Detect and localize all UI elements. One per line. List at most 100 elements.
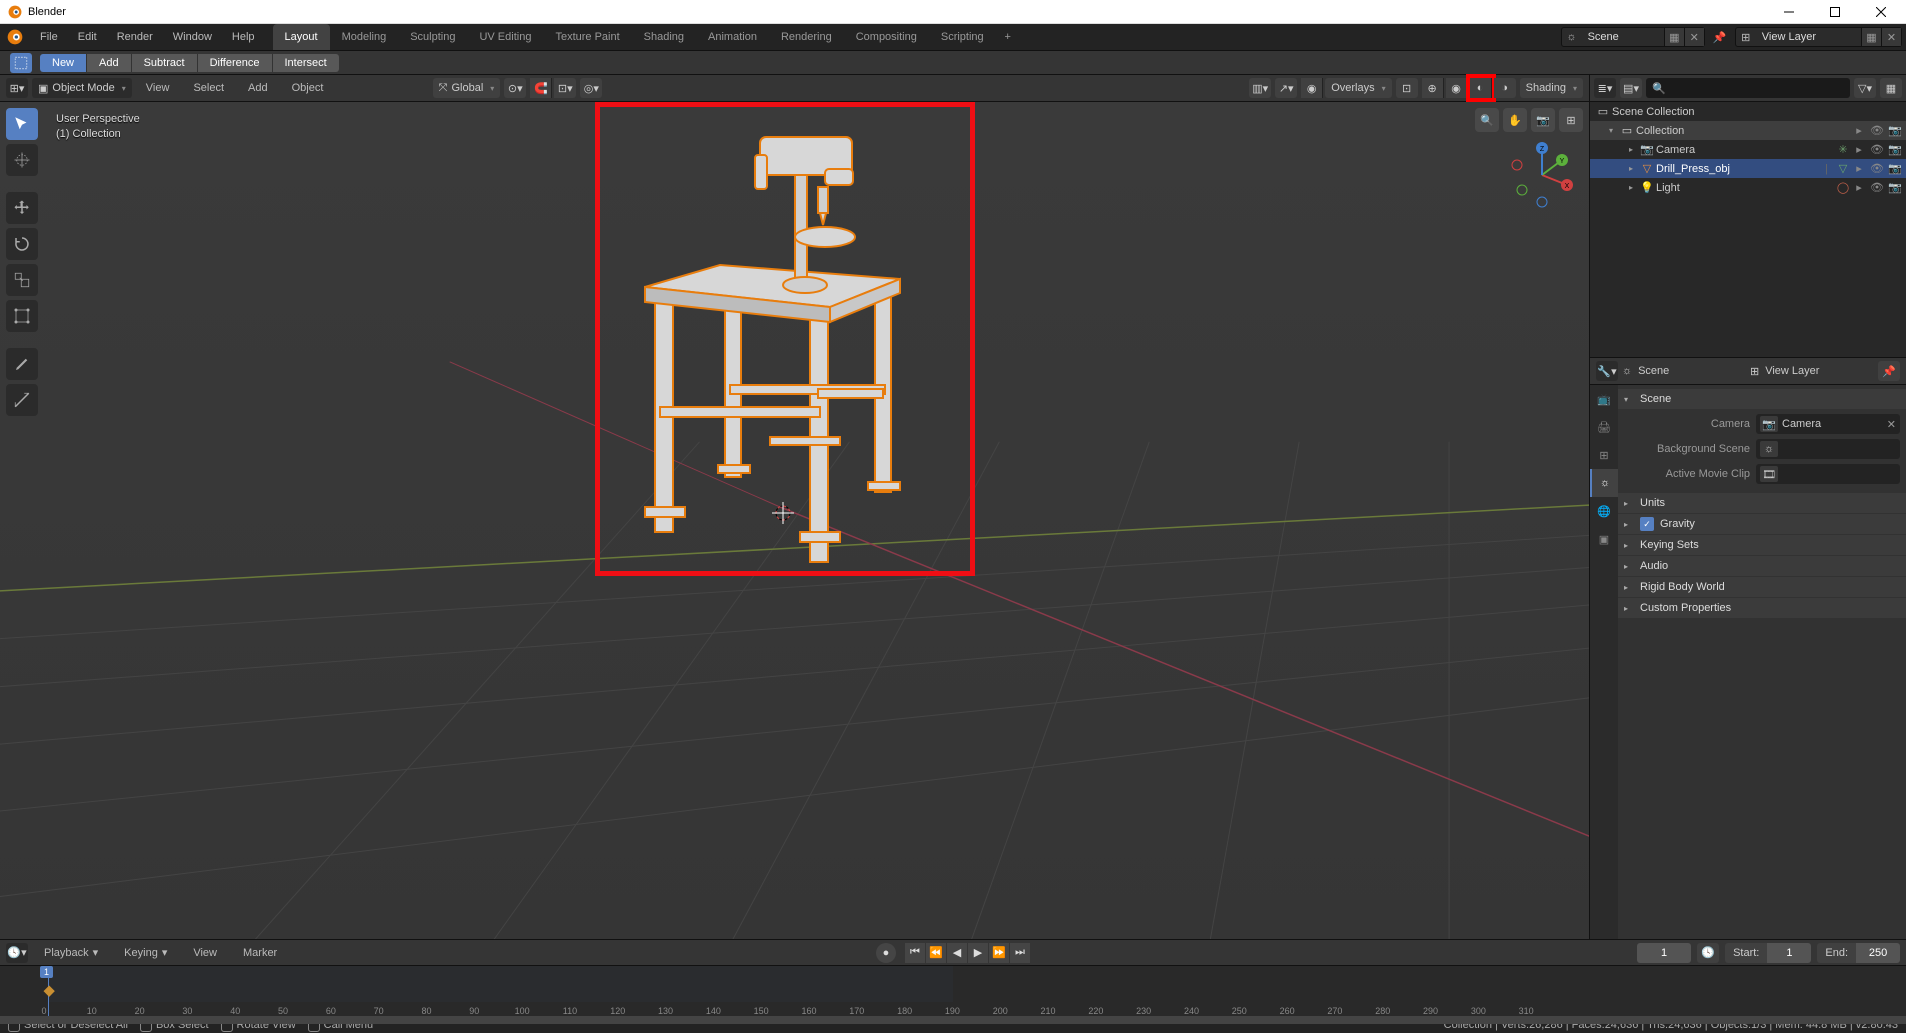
jump-start-button[interactable]: ⏮ [905,943,925,963]
restrict-render-icon[interactable]: 📷 [1888,181,1902,194]
current-frame-field[interactable]: 1 [1637,943,1691,963]
active-tool-icon[interactable] [10,53,32,73]
camera-field[interactable]: 📷Camera✕ [1756,414,1900,434]
window-close-button[interactable] [1858,0,1904,24]
properties-editor-type-icon[interactable]: 🔧▾ [1596,361,1618,381]
bgscene-field[interactable]: ☼ [1756,439,1900,459]
shading-dropdown[interactable]: Shading▾ [1520,78,1583,98]
tab-modeling[interactable]: Modeling [330,24,399,50]
window-maximize-button[interactable] [1812,0,1858,24]
tool-move[interactable] [6,192,38,224]
bool-subtract-button[interactable]: Subtract [132,54,198,72]
proptab-object[interactable]: ▣ [1590,525,1618,553]
viewlayer-selector[interactable]: ⊞ View Layer ▦ ✕ [1735,27,1902,47]
proptab-render[interactable]: 📺 [1590,385,1618,413]
outliner-row-drill-press[interactable]: ▸ ▽ Drill_Press_obj | ▽ ▸👁📷 [1590,159,1906,178]
window-minimize-button[interactable] [1766,0,1812,24]
restrict-select-icon[interactable]: ▸ [1852,124,1866,137]
tab-layout[interactable]: Layout [273,24,330,50]
restrict-view-icon[interactable]: 👁 [1870,143,1884,156]
restrict-select-icon[interactable]: ▸ [1852,181,1866,194]
play-button[interactable]: ▶ [968,943,988,963]
layer-delete-icon[interactable]: ✕ [1881,28,1901,46]
scene-browse-icon[interactable]: ▦ [1664,28,1684,46]
restrict-select-icon[interactable]: ▸ [1852,143,1866,156]
shading-solid-button[interactable]: ◉ [1446,78,1468,98]
panel-header-rigid[interactable]: ▸Rigid Body World [1618,577,1906,597]
properties-content[interactable]: ▾Scene Camera 📷Camera✕ Background Scene … [1618,385,1906,939]
tab-shading[interactable]: Shading [632,24,696,50]
restrict-render-icon[interactable]: 📷 [1888,124,1902,137]
menu-edit[interactable]: Edit [68,24,107,50]
xray-toggle-button[interactable]: ⊡ [1396,78,1418,98]
tool-measure[interactable] [6,384,38,416]
editor-type-icon[interactable]: ⊞▾ [6,78,28,98]
restrict-render-icon[interactable]: 📷 [1888,143,1902,156]
viewport-menu-object[interactable]: Object [282,82,334,94]
tab-texture-paint[interactable]: Texture Paint [543,24,631,50]
restrict-view-icon[interactable]: 👁 [1870,162,1884,175]
timeline-menu-marker[interactable]: Marker [233,947,287,959]
restrict-select-icon[interactable]: ▸ [1852,162,1866,175]
tool-annotate[interactable] [6,348,38,380]
outliner-filter-button[interactable]: ▽▾ [1854,78,1876,98]
restrict-view-icon[interactable]: 👁 [1870,124,1884,137]
next-keyframe-button[interactable]: ⏩ [989,943,1009,963]
tool-select-box[interactable] [6,108,38,140]
orientation-selector[interactable]: ⤧ Global▾ [433,78,501,98]
viewport-menu-view[interactable]: View [136,82,180,94]
snap-options-button[interactable]: ⊡▾ [554,78,576,98]
outliner-editor-type-icon[interactable]: ≣▾ [1594,78,1616,98]
overlay-toggle-button[interactable]: ◉ [1301,78,1323,98]
panel-header-gravity[interactable]: ▸✓Gravity [1618,514,1906,534]
tab-scripting[interactable]: Scripting [929,24,996,50]
outliner-row-camera[interactable]: ▸ 📷 Camera ✳ ▸👁📷 [1590,140,1906,159]
tool-scale[interactable] [6,264,38,296]
object-visibility-button[interactable]: ▥▾ [1249,78,1271,98]
nav-zoom-icon[interactable]: 🔍 [1475,108,1499,132]
panel-header-audio[interactable]: ▸Audio [1618,556,1906,576]
prev-keyframe-button[interactable]: ⏪ [926,943,946,963]
menu-window[interactable]: Window [163,24,222,50]
outliner-new-collection-button[interactable]: ▦ [1880,78,1902,98]
bool-difference-button[interactable]: Difference [198,54,273,72]
end-frame-field[interactable]: 250 [1856,943,1900,963]
bool-new-button[interactable]: New [40,54,87,72]
timeline-menu-view[interactable]: View [183,947,227,959]
movieclip-field[interactable]: 🎞 [1756,464,1900,484]
overlays-dropdown[interactable]: Overlays▾ [1325,78,1391,98]
shading-rendered-button[interactable]: ◑ [1494,78,1516,98]
panel-header-units[interactable]: ▸Units [1618,493,1906,513]
restrict-render-icon[interactable]: 📷 [1888,162,1902,175]
outliner-row-collection[interactable]: ▾ ▭ Collection ▸👁📷 [1590,121,1906,140]
gizmo-dropdown-button[interactable]: ↗▾ [1275,78,1297,98]
viewport-menu-add[interactable]: Add [238,82,278,94]
scene-selector[interactable]: ☼ Scene ▦ ✕ [1561,27,1705,47]
play-reverse-button[interactable]: ◀ [947,943,967,963]
tab-sculpting[interactable]: Sculpting [398,24,467,50]
timeline-menu-playback[interactable]: Playback▾ [34,946,108,959]
scene-pin-icon[interactable]: 📌 [1709,24,1731,50]
nav-pan-icon[interactable]: ✋ [1503,108,1527,132]
snap-toggle-button[interactable]: 🧲 [530,78,552,98]
tab-compositing[interactable]: Compositing [844,24,929,50]
autokey-button[interactable]: ● [876,943,896,963]
menu-render[interactable]: Render [107,24,163,50]
blender-icon[interactable] [0,24,30,50]
proptab-viewlayer[interactable]: ⊞ [1590,441,1618,469]
properties-pin-button[interactable]: 📌 [1878,361,1900,381]
outliner-display-mode-icon[interactable]: ▤▾ [1620,78,1642,98]
outliner-row-light[interactable]: ▸ 💡 Light ◯ ▸👁📷 [1590,178,1906,197]
restrict-view-icon[interactable]: 👁 [1870,181,1884,194]
timeline-scrollbar[interactable] [0,1016,1906,1024]
tab-rendering[interactable]: Rendering [769,24,844,50]
shading-wire-button[interactable]: ⊕ [1422,78,1444,98]
proptab-world[interactable]: 🌐 [1590,497,1618,525]
jump-end-button[interactable]: ⏭ [1010,943,1030,963]
bool-add-button[interactable]: Add [87,54,132,72]
pivot-point-button[interactable]: ⊙▾ [504,78,526,98]
mode-selector[interactable]: ▣ Object Mode▾ [32,78,132,98]
scene-new-icon[interactable]: ✕ [1684,28,1704,46]
viewport-menu-select[interactable]: Select [183,82,234,94]
start-frame-field[interactable]: 1 [1767,943,1811,963]
